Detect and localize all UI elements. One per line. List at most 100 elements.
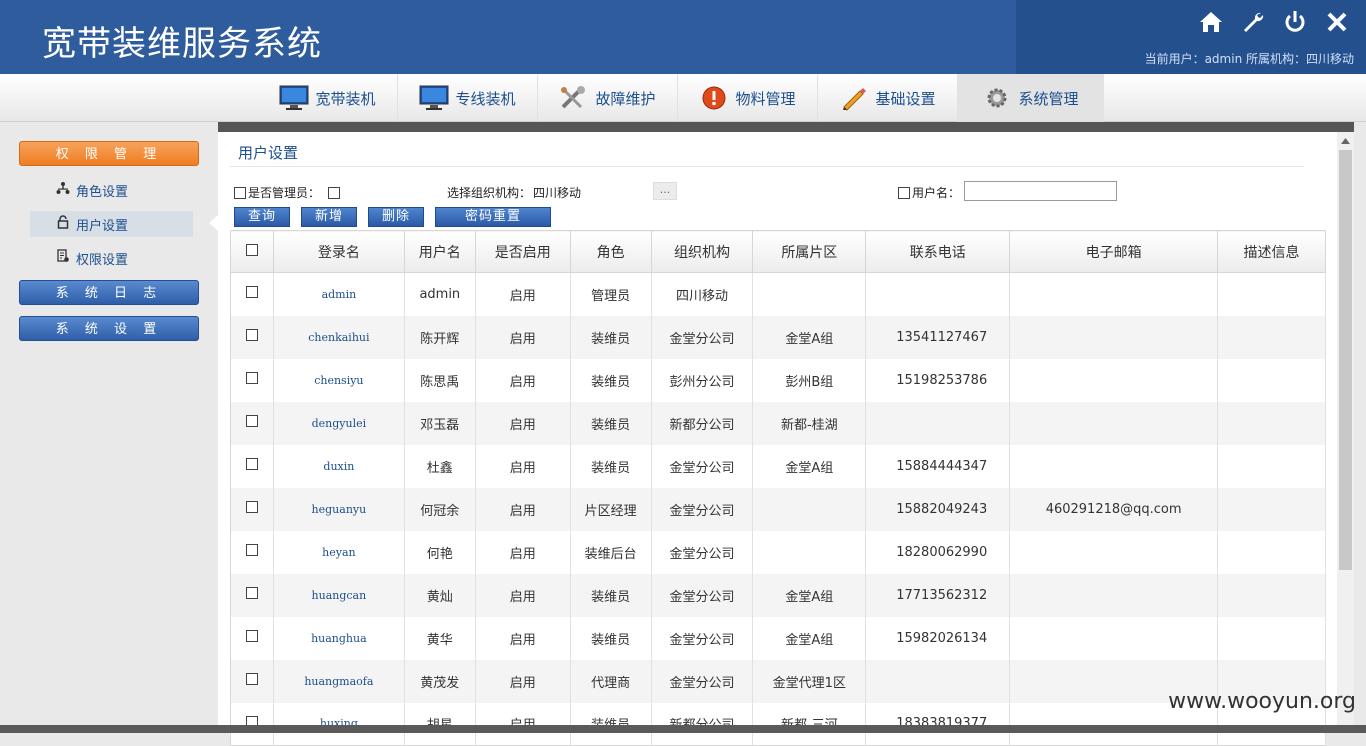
tab-label: 系统管理 xyxy=(1018,89,1079,108)
row-checkbox[interactable] xyxy=(245,458,258,470)
row-checkbox[interactable] xyxy=(245,673,258,685)
add-button[interactable]: 新增 xyxy=(301,207,357,227)
table-row[interactable]: heguanyu 何冠余 启用 片区经理 金堂分公司 15882049243 4602912… xyxy=(230,487,1326,531)
area-cell xyxy=(752,272,867,316)
table-row[interactable]: dengyulei 邓玉磊 启用 装维员 新都分公司 新都-桂湖 xyxy=(230,401,1326,445)
is-admin-checkbox-b[interactable] xyxy=(328,186,341,199)
sidebar-item-role-settings[interactable]: 角色设置 xyxy=(30,177,193,203)
row-checkbox[interactable] xyxy=(245,587,258,599)
row-checkbox[interactable] xyxy=(245,501,258,513)
table-row[interactable]: huangmaofa 黄茂发 启用 代理商 金堂分公司 金堂代理1区 xyxy=(230,659,1326,703)
role-cell: 装维员 xyxy=(570,444,652,488)
enabled-cell: 启用 xyxy=(475,659,571,703)
tab-dedicated-line-install[interactable]: 专线装机 xyxy=(398,74,538,122)
table-row[interactable]: heyan 何艳 启用 装维后台 金堂分公司 18280062990 xyxy=(230,530,1326,574)
sidebar-group-system-log[interactable]: 系 统 日 志 xyxy=(19,280,199,305)
email-cell xyxy=(1009,573,1219,617)
lock-icon xyxy=(56,215,70,233)
enabled-cell: 启用 xyxy=(475,487,571,531)
home-icon[interactable] xyxy=(1196,8,1226,36)
tab-system-management[interactable]: 系统管理 xyxy=(958,74,1104,122)
row-checkbox[interactable] xyxy=(245,415,258,427)
table-row[interactable]: huxing胡星启用装维员新都分公司新都-三河18383819377 xyxy=(230,702,1326,746)
table-row[interactable]: huanghua 黄华 启用 装维员 金堂分公司 金堂A组 15982026134 xyxy=(230,616,1326,660)
phone-cell xyxy=(865,272,1011,316)
header-select-all[interactable] xyxy=(230,230,274,273)
tab-fault-maintenance[interactable]: 故障维护 xyxy=(538,74,678,122)
row-select-cell[interactable] xyxy=(230,315,274,359)
row-checkbox[interactable] xyxy=(245,544,258,556)
select-all-checkbox[interactable] xyxy=(245,243,258,256)
user-name-cell: 胡星 xyxy=(404,702,476,746)
power-icon[interactable] xyxy=(1280,8,1310,36)
user-name-cell: 陈思禹 xyxy=(404,358,476,402)
row-select-cell[interactable] xyxy=(230,272,274,316)
document-icon xyxy=(56,249,70,267)
area-cell: 新都-桂湖 xyxy=(752,401,867,445)
reset-password-button[interactable]: 密码重置 xyxy=(435,207,551,227)
row-checkbox[interactable] xyxy=(245,286,258,299)
row-select-cell[interactable] xyxy=(230,358,274,402)
org-cell: 金堂分公司 xyxy=(651,530,754,574)
email-cell xyxy=(1009,616,1219,660)
row-select-cell[interactable] xyxy=(230,444,274,488)
role-cell: 装维员 xyxy=(570,702,652,746)
sidebar-item-permission-settings[interactable]: 权限设置 xyxy=(30,245,193,271)
table-row[interactable]: admin admin 启用 管理员 四川移动 xyxy=(230,272,1326,316)
delete-button[interactable]: 删除 xyxy=(368,207,424,227)
row-select-cell[interactable] xyxy=(230,530,274,574)
org-cell: 金堂分公司 xyxy=(651,573,754,617)
sidebar-item-user-settings[interactable]: 用户设置 xyxy=(30,211,193,237)
scroll-up-arrow-icon[interactable] xyxy=(1337,132,1354,149)
tab-broadband-install[interactable]: 宽带装机 xyxy=(258,74,398,122)
query-button[interactable]: 查询 xyxy=(234,207,290,227)
sidebar-item-label: 用户设置 xyxy=(76,218,129,234)
tab-material-management[interactable]: 物料管理 xyxy=(678,74,818,122)
is-admin-checkbox-a[interactable] xyxy=(234,186,246,199)
description-cell xyxy=(1217,401,1326,445)
row-checkbox[interactable] xyxy=(245,329,258,341)
org-cell: 新都分公司 xyxy=(651,702,754,746)
column-header: 用户名 xyxy=(403,230,476,273)
login-name-cell: dengyulei xyxy=(273,401,405,445)
vertical-scrollbar[interactable] xyxy=(1337,132,1354,725)
row-checkbox[interactable] xyxy=(245,372,258,384)
phone-cell: 15198253786 xyxy=(865,358,1011,402)
monitor-icon xyxy=(419,85,449,111)
area-cell xyxy=(752,530,867,574)
user-name-cell: 陈开辉 xyxy=(404,315,476,359)
phone-cell: 15882049243 xyxy=(865,487,1011,531)
scroll-thumb[interactable] xyxy=(1339,150,1352,570)
wrench-icon[interactable] xyxy=(1238,8,1268,36)
table-row[interactable]: chenkaihui 陈开辉 启用 装维员 金堂分公司 金堂A组 13541127467 xyxy=(230,315,1326,359)
row-select-cell[interactable] xyxy=(230,487,274,531)
org-cell: 金堂分公司 xyxy=(651,659,754,703)
org-select-button[interactable]: ... xyxy=(653,182,677,200)
role-cell: 装维员 xyxy=(570,315,652,359)
username-checkbox[interactable] xyxy=(898,186,910,199)
sidebar-item-label: 权限设置 xyxy=(76,252,129,268)
username-input[interactable] xyxy=(964,181,1117,201)
row-checkbox[interactable] xyxy=(245,630,258,642)
row-select-cell[interactable] xyxy=(230,702,274,746)
current-user-info: 当前用户：admin 所属机构：四川移动 xyxy=(1144,52,1354,66)
table-row[interactable]: huangcan 黄灿 启用 装维员 金堂分公司 金堂A组 17713562312 xyxy=(230,573,1326,617)
sidebar-group-permission[interactable]: 权 限 管 理 xyxy=(19,141,199,166)
row-select-cell[interactable] xyxy=(230,401,274,445)
row-select-cell[interactable] xyxy=(230,659,274,703)
sidebar-group-system-settings[interactable]: 系 统 设 置 xyxy=(19,316,199,341)
row-select-cell[interactable] xyxy=(230,573,274,617)
column-header: 组织机构 xyxy=(650,230,754,273)
enabled-cell: 启用 xyxy=(475,358,571,402)
close-icon[interactable] xyxy=(1322,8,1352,36)
row-select-cell[interactable] xyxy=(230,616,274,660)
table-row[interactable]: chensiyu 陈思禹 启用 装维员 彭州分公司 彭州B组 15198253786 xyxy=(230,358,1326,402)
tab-basic-settings[interactable]: 基础设置 xyxy=(818,74,958,122)
app-title: 宽带装维服务系统 xyxy=(42,24,322,64)
org-cell: 金堂分公司 xyxy=(651,444,754,488)
description-cell xyxy=(1217,358,1326,402)
table-header-row: 登录名 用户名 是否启用 角色 组织机构 所属片区 联系电话 电子邮箱 描述信息 xyxy=(230,230,1326,273)
table-row[interactable]: duxin 杜鑫 启用 装维员 金堂分公司 金堂A组 15884444347 xyxy=(230,444,1326,488)
username-filter: 用户名： xyxy=(898,184,960,201)
login-name-cell: heguanyu xyxy=(273,487,405,531)
